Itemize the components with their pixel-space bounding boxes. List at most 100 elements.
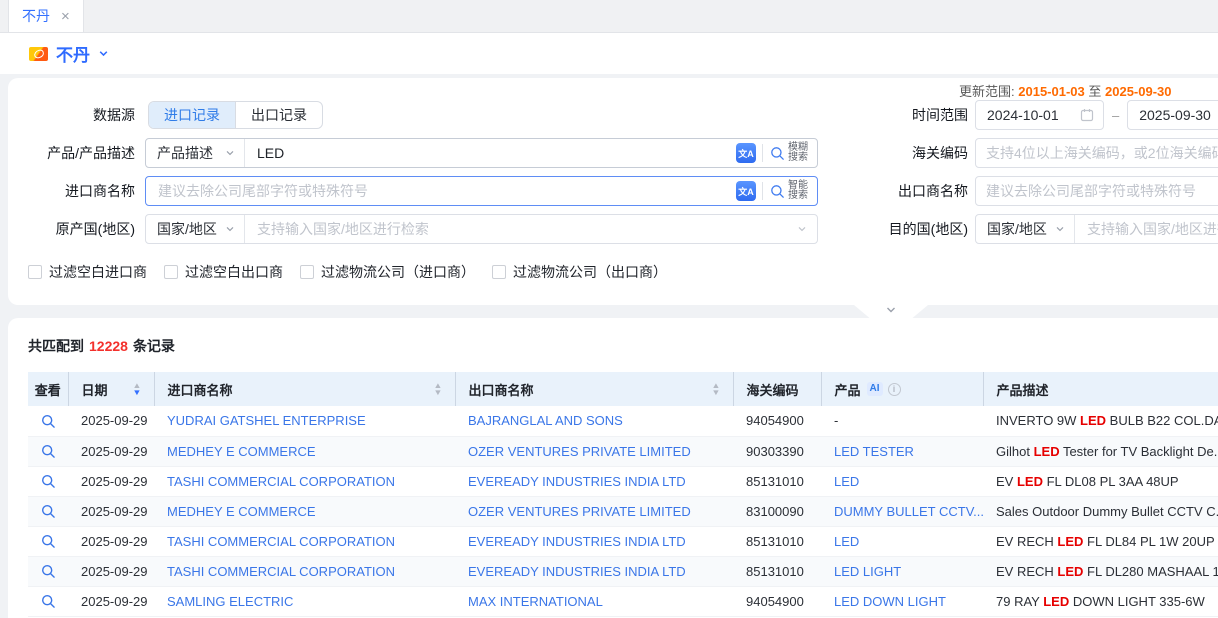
product-link[interactable]: LED DOWN LIGHT xyxy=(834,594,946,609)
exporter-link[interactable]: EVEREADY INDUSTRIES INDIA LTD xyxy=(468,474,686,489)
filter-logistics-importer[interactable]: 过滤物流公司（进口商） xyxy=(300,262,475,282)
translate-icon[interactable]: 文A xyxy=(736,181,756,201)
hs-code-cell: 85131010 xyxy=(733,526,821,556)
exporter-link[interactable]: EVEREADY INDUSTRIES INDIA LTD xyxy=(468,564,686,579)
product-link[interactable]: LED TESTER xyxy=(834,444,914,459)
view-record-icon xyxy=(41,564,56,579)
destination-country-select[interactable]: 国家/地区 xyxy=(976,215,1075,243)
view-record-button[interactable] xyxy=(41,594,56,609)
tab-close-icon[interactable]: × xyxy=(61,8,70,25)
exporter-name-input[interactable]: 建议去除公司尾部字符或特殊符号 xyxy=(975,176,1218,206)
description-cell: INVERTO 9W LED BULB B22 COL.DA ... xyxy=(983,406,1218,436)
checkbox[interactable] xyxy=(164,265,178,279)
origin-country-input[interactable]: 支持输入国家/地区进行检索 xyxy=(245,219,797,239)
bhutan-flag-icon xyxy=(29,47,48,61)
view-cell xyxy=(28,556,68,586)
view-record-button[interactable] xyxy=(41,474,56,489)
toggle-import-records[interactable]: 进口记录 xyxy=(149,102,235,128)
chevron-down-icon[interactable] xyxy=(98,48,109,59)
exporter-link[interactable]: EVEREADY INDUSTRIES INDIA LTD xyxy=(468,534,686,549)
product-label: 产品/产品描述 xyxy=(8,138,135,168)
importer-label: 进口商名称 xyxy=(8,176,135,206)
product-link[interactable]: LED xyxy=(834,474,859,489)
filter-logistics-exporter[interactable]: 过滤物流公司（出口商） xyxy=(492,262,667,282)
origin-country-select[interactable]: 国家/地区 xyxy=(146,215,245,243)
importer-cell: MEDHEY E COMMERCE xyxy=(154,496,455,526)
column-header-exporter[interactable]: 出口商名称 ▲▼ xyxy=(455,372,733,406)
tab-label: 不丹 xyxy=(22,6,50,26)
view-record-icon xyxy=(41,594,56,609)
product-link[interactable]: LED xyxy=(834,534,859,549)
update-range-end: 2025-09-30 xyxy=(1105,84,1172,99)
column-header-date[interactable]: 日期 ▲▼ xyxy=(68,372,154,406)
checkbox[interactable] xyxy=(28,265,42,279)
product-link[interactable]: LED LIGHT xyxy=(834,564,901,579)
info-icon[interactable]: i xyxy=(888,383,901,396)
filter-blank-exporter[interactable]: 过滤空白出口商 xyxy=(164,262,283,282)
sort-icons[interactable]: ▲▼ xyxy=(434,382,442,396)
tab-bar: 不丹 × xyxy=(0,0,1218,33)
filter-blank-importer[interactable]: 过滤空白进口商 xyxy=(28,262,147,282)
importer-cell: YUDRAI GATSHEL ENTERPRISE xyxy=(154,406,455,436)
view-record-icon xyxy=(41,414,56,429)
keyword-highlight: LED xyxy=(1034,444,1060,459)
hs-code-input[interactable]: 支持4位以上海关编码，或2位海关编码加上 xyxy=(975,138,1218,168)
chevron-down-icon xyxy=(225,224,235,234)
view-record-button[interactable] xyxy=(41,444,56,459)
hs-code-placeholder: 支持4位以上海关编码，或2位海关编码加上 xyxy=(986,143,1218,163)
column-header-product: 产品 AI i xyxy=(821,372,983,406)
chevron-down-icon xyxy=(225,148,235,158)
tab-bhutan[interactable]: 不丹 × xyxy=(8,0,84,32)
product-input-group: 产品描述 LED 文A 模糊 搜索 xyxy=(145,138,818,168)
sort-icons[interactable]: ▲▼ xyxy=(712,382,720,396)
product-cell: - xyxy=(821,406,983,436)
exporter-cell: EVEREADY INDUSTRIES INDIA LTD xyxy=(455,556,733,586)
date-end-input[interactable]: 2025-09-30 xyxy=(1127,100,1218,130)
exporter-link[interactable]: MAX INTERNATIONAL xyxy=(468,594,603,609)
translate-icon[interactable]: 文A xyxy=(736,143,756,163)
checkbox[interactable] xyxy=(492,265,506,279)
view-record-icon xyxy=(41,474,56,489)
toggle-export-records[interactable]: 出口记录 xyxy=(235,102,322,128)
importer-link[interactable]: TASHI COMMERCIAL CORPORATION xyxy=(167,474,395,489)
product-cell: LED TESTER xyxy=(821,436,983,466)
sort-icons[interactable]: ▲▼ xyxy=(133,382,141,396)
keyword-highlight: LED xyxy=(1057,534,1083,549)
checkbox[interactable] xyxy=(300,265,314,279)
collapse-form-toggle[interactable] xyxy=(854,305,928,318)
date-cell: 2025-09-29 xyxy=(68,526,154,556)
importer-link[interactable]: SAMLING ELECTRIC xyxy=(167,594,293,609)
data-source-toggle: 进口记录 出口记录 xyxy=(148,101,323,129)
product-field-select[interactable]: 产品描述 xyxy=(146,139,245,167)
importer-link[interactable]: TASHI COMMERCIAL CORPORATION xyxy=(167,534,395,549)
importer-link[interactable]: MEDHEY E COMMERCE xyxy=(167,444,316,459)
smart-search-button[interactable]: 智能 搜索 xyxy=(763,181,817,202)
importer-link[interactable]: MEDHEY E COMMERCE xyxy=(167,504,316,519)
view-record-button[interactable] xyxy=(41,564,56,579)
data-source-label: 数据源 xyxy=(8,100,135,130)
importer-name-input[interactable]: 建议去除公司尾部字符或特殊符号 xyxy=(146,181,736,201)
exporter-link[interactable]: BAJRANGLAL AND SONS xyxy=(468,413,623,428)
view-record-button[interactable] xyxy=(41,534,56,549)
keyword-highlight: LED xyxy=(1057,564,1083,579)
exporter-link[interactable]: OZER VENTURES PRIVATE LIMITED xyxy=(468,504,691,519)
product-link[interactable]: DUMMY BULLET CCTV... xyxy=(834,504,983,519)
destination-country-input[interactable]: 支持输入国家/地区进行检索 xyxy=(1075,219,1218,239)
fuzzy-search-button[interactable]: 模糊 搜索 xyxy=(763,143,817,164)
date-cell: 2025-09-29 xyxy=(68,466,154,496)
filter-checkboxes: 过滤空白进口商 过滤空白出口商 过滤物流公司（进口商） 过滤物流公司（出口商） xyxy=(28,262,667,282)
product-search-input[interactable]: LED xyxy=(245,145,736,161)
table-row: 2025-09-29MEDHEY E COMMERCEOZER VENTURES… xyxy=(28,436,1218,466)
importer-link[interactable]: YUDRAI GATSHEL ENTERPRISE xyxy=(167,413,366,428)
exporter-link[interactable]: OZER VENTURES PRIVATE LIMITED xyxy=(468,444,691,459)
date-start-input[interactable]: 2024-10-01 xyxy=(975,100,1104,130)
page-title[interactable]: 不丹 xyxy=(56,41,90,66)
date-cell: 2025-09-29 xyxy=(68,406,154,436)
column-header-hs-code: 海关编码 xyxy=(733,372,821,406)
date-cell: 2025-09-29 xyxy=(68,496,154,526)
column-header-importer[interactable]: 进口商名称 ▲▼ xyxy=(154,372,455,406)
importer-link[interactable]: TASHI COMMERCIAL CORPORATION xyxy=(167,564,395,579)
view-record-button[interactable] xyxy=(41,504,56,519)
view-record-button[interactable] xyxy=(41,414,56,429)
table-row: 2025-09-29SAMLING ELECTRICMAX INTERNATIO… xyxy=(28,586,1218,616)
